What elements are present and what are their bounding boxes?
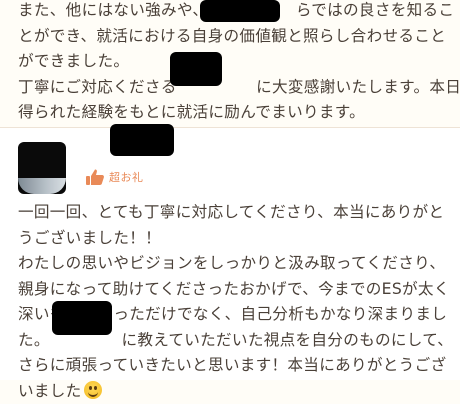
redacted-username [110,124,174,156]
reply-line: うございました！！ [18,226,448,252]
previous-review: また、他にはない強みや、 らではの良さを知るこ とができ、就活における自身の価値… [0,0,460,125]
reply-line-last: いました [18,379,448,404]
reply-line: 親身になって助けてくださったおかげで、今までのESが太く [18,277,448,303]
smiling-face-icon [84,381,102,399]
reply-line: いました [18,382,82,400]
reply-line: わたしの思いやビジョンをしっかりと汲み取ってくださり、 [18,251,448,277]
review-line: 丁寧にご対応くださる に大変感謝いたします。本日、 [18,75,448,101]
review-line: とができ、就活における自身の価値観と照らし合わせること [18,24,448,50]
review-line: 得られた経験をもとに就活に励んでまいります。 [18,100,448,126]
thumbs-up-icon [85,168,105,186]
redacted-name [170,52,222,86]
thanks-badge: 超お礼 [85,166,144,188]
avatar[interactable] [18,142,66,194]
badge-label: 超お礼 [109,169,144,185]
reply-card: 超お礼 一回一回、とても丁寧に対応してくださり、本当にありがと うございました！… [0,128,460,380]
reply-line: 一回一回、とても丁寧に対応してくださり、本当にありがと [18,200,448,226]
reply-line: さらに頑張っていきたいと思います！本当にありがとうござ [18,353,448,379]
redacted-name [52,301,112,335]
review-line: ができました。 [18,49,448,75]
redacted-name [200,0,280,22]
